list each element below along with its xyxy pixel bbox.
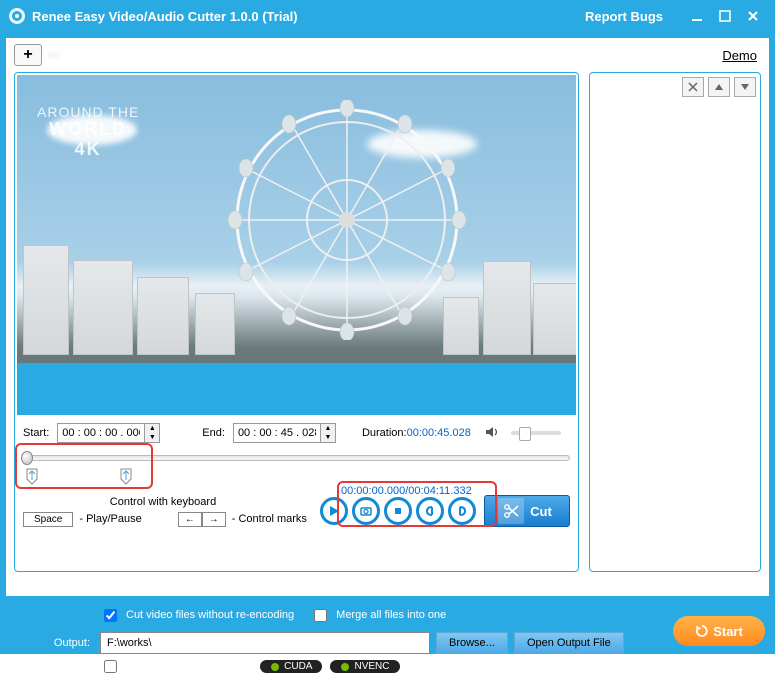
space-key-hint: Space [23, 512, 73, 527]
report-bugs-link[interactable]: Report Bugs [585, 9, 663, 24]
no-reencode-checkbox[interactable] [104, 609, 117, 622]
duration-value: 00:00:45.028 [407, 427, 471, 439]
right-arrow-key-hint: → [202, 512, 226, 527]
output-label: Output: [10, 637, 90, 649]
stop-button[interactable] [384, 497, 412, 525]
output-path-input[interactable] [100, 632, 430, 654]
segments-panel [589, 72, 761, 572]
playback-time-counter: 00:00:00.000/00:04:11.332 [341, 485, 472, 497]
volume-icon[interactable] [485, 426, 499, 441]
range-slider[interactable] [23, 449, 570, 489]
end-label: End: [202, 427, 225, 439]
merge-label: Merge all files into one [336, 609, 446, 621]
app-logo-icon [8, 7, 26, 25]
video-preview[interactable]: AROUND THE WORLD 4K [17, 75, 576, 415]
merge-checkbox[interactable] [314, 609, 327, 622]
video-panel: AROUND THE WORLD 4K Start: ▲▼ End: [14, 72, 579, 572]
maximize-button[interactable] [711, 4, 739, 28]
start-mark-handle[interactable] [25, 467, 39, 485]
demo-link[interactable]: Demo [722, 48, 757, 63]
left-arrow-key-hint: ← [178, 512, 202, 527]
add-file-button[interactable]: + [14, 44, 42, 66]
mark-end-button[interactable] [448, 497, 476, 525]
move-up-button[interactable] [708, 77, 730, 97]
open-output-button[interactable]: Open Output File [514, 632, 624, 654]
move-down-button[interactable] [734, 77, 756, 97]
no-reencode-label: Cut video files without re-encoding [126, 609, 294, 621]
end-mark-handle[interactable] [119, 467, 133, 485]
snapshot-button[interactable] [352, 497, 380, 525]
titlebar: Renee Easy Video/Audio Cutter 1.0.0 (Tri… [0, 0, 775, 32]
start-down-icon[interactable]: ▼ [145, 433, 159, 442]
delete-segment-button[interactable] [682, 77, 704, 97]
playhead-knob[interactable] [21, 451, 33, 465]
end-down-icon[interactable]: ▼ [321, 433, 335, 442]
cuda-badge: CUDA [260, 660, 322, 673]
cut-button[interactable]: Cut [484, 495, 570, 527]
volume-slider[interactable] [511, 431, 561, 435]
end-time-input[interactable]: ▲▼ [233, 423, 336, 443]
bottom-bar: Cut video files without re-encoding Merg… [0, 602, 775, 654]
mark-start-button[interactable] [416, 497, 444, 525]
refresh-icon [695, 624, 709, 638]
play-button[interactable] [320, 497, 348, 525]
close-button[interactable] [739, 4, 767, 28]
loaded-file-path: — [48, 49, 722, 61]
keyboard-hints: Control with keyboard Space - Play/Pause… [23, 496, 320, 527]
duration-label: Duration: [362, 427, 407, 439]
start-time-input[interactable]: ▲▼ [57, 423, 160, 443]
scissors-icon [503, 503, 519, 519]
video-watermark: AROUND THE WORLD 4K [37, 105, 139, 160]
end-up-icon[interactable]: ▲ [321, 424, 335, 433]
start-label: Start: [23, 427, 49, 439]
nvenc-badge: NVENC [330, 660, 399, 673]
browse-button[interactable]: Browse... [436, 632, 508, 654]
video-content-wheel [227, 100, 467, 340]
app-title: Renee Easy Video/Audio Cutter 1.0.0 (Tri… [32, 9, 298, 24]
start-up-icon[interactable]: ▲ [145, 424, 159, 433]
gpu-accel-label: Enable GPU Acceleration [128, 661, 252, 673]
start-button[interactable]: Start [673, 616, 765, 646]
minimize-button[interactable] [683, 4, 711, 28]
gpu-accel-checkbox[interactable] [104, 660, 117, 673]
